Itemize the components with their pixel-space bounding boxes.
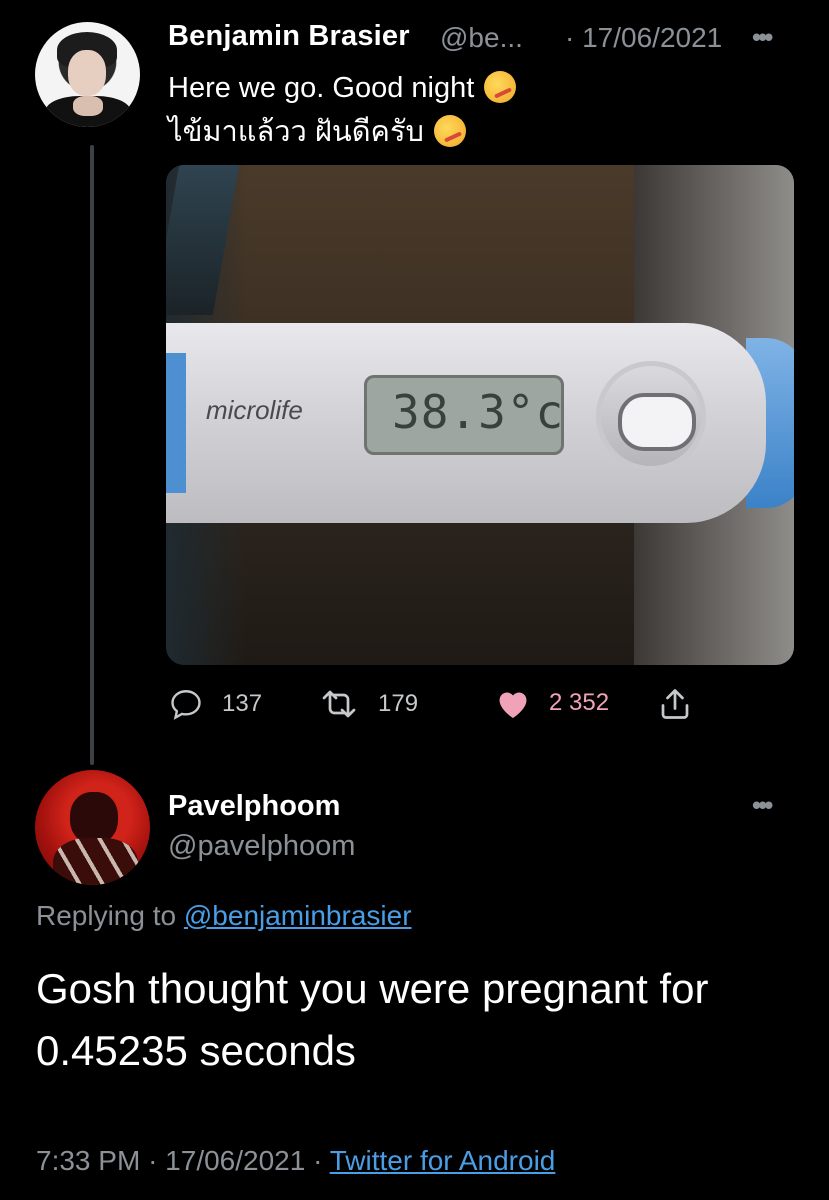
thermometer-reading: 38.3°c: [392, 385, 565, 439]
reply-button[interactable]: 137: [168, 686, 262, 722]
tweet-date: 17/06/2021: [165, 1145, 306, 1176]
share-button[interactable]: [657, 686, 711, 722]
thermometer-image: microlife 38.3°c: [166, 323, 794, 523]
replying-handle-link[interactable]: @benjaminbrasier: [184, 900, 412, 931]
tweet-time: 7:33 PM: [36, 1145, 141, 1176]
like-button[interactable]: 2 352: [495, 686, 609, 720]
like-count: 2 352: [549, 689, 610, 716]
author-handle[interactable]: @be...: [440, 22, 523, 54]
thermometer-face-emoji-icon: [433, 115, 466, 147]
tweet-photo[interactable]: microlife 38.3°c: [166, 165, 794, 665]
share-icon: [661, 689, 689, 719]
author-name[interactable]: Pavelphoom: [168, 790, 340, 823]
more-options-icon[interactable]: •••: [752, 22, 773, 53]
tweet-date[interactable]: · 17/06/2021: [565, 22, 722, 54]
retweet-button[interactable]: 179: [318, 686, 418, 722]
thread-connector-line: [90, 145, 94, 765]
tweet-text: Here we go. Good night ไข้มาแล้วว ฝันดีค…: [168, 66, 517, 154]
tweet-source-link[interactable]: Twitter for Android: [330, 1145, 556, 1176]
replying-prefix: Replying to: [36, 900, 177, 931]
separator: ·: [313, 1145, 323, 1176]
tweet-text-line2: ไข้มาแล้วว ฝันดีครับ: [168, 116, 424, 148]
replying-to: Replying to @benjaminbrasier: [36, 900, 412, 932]
avatar-pavelphoom[interactable]: [35, 770, 150, 885]
retweet-count: 179: [378, 690, 419, 717]
author-name[interactable]: Benjamin Brasier: [168, 20, 410, 53]
reply-count: 137: [222, 690, 263, 717]
separator: ·: [148, 1145, 158, 1176]
thermometer-display: 38.3°c: [364, 375, 564, 455]
reply-tweet-text: Gosh thought you were pregnant for 0.452…: [36, 965, 709, 1074]
reply-icon: [171, 690, 201, 720]
heart-icon: [499, 692, 527, 718]
more-options-icon[interactable]: •••: [752, 790, 773, 821]
thermometer-face-emoji-icon: [484, 71, 517, 103]
tweet-text-line1: Here we go. Good night: [168, 72, 475, 104]
thermometer-button: [618, 393, 696, 451]
thermometer-brand: microlife: [206, 395, 303, 425]
avatar-benjamin[interactable]: [35, 22, 140, 127]
author-handle[interactable]: @pavelphoom: [168, 830, 355, 863]
tweet-metadata: 7:33 PM · 17/06/2021 · Twitter for Andro…: [36, 1145, 555, 1177]
retweet-icon: [322, 690, 356, 718]
